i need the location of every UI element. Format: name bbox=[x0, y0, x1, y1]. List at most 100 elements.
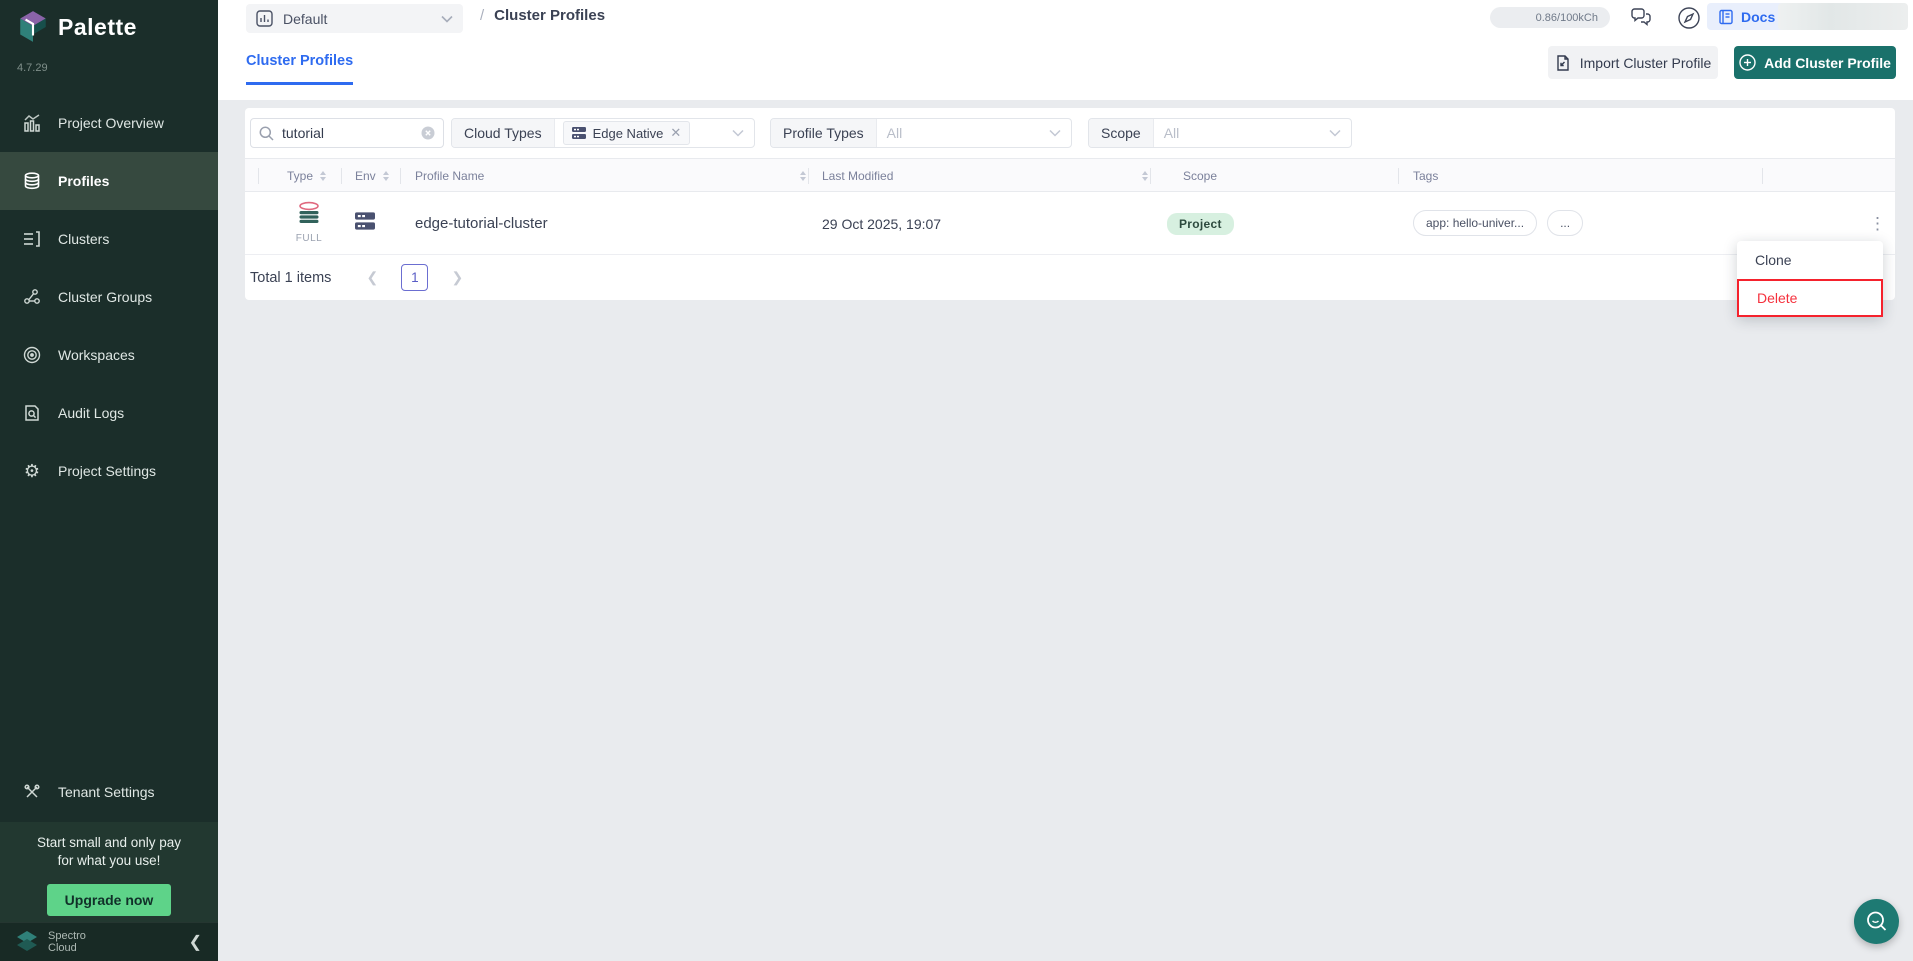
workspaces-icon bbox=[22, 345, 42, 365]
sort-icon[interactable] bbox=[1142, 171, 1148, 181]
chevron-down-icon bbox=[732, 129, 744, 137]
sidebar-item-label: Clusters bbox=[58, 231, 109, 247]
column-header-last-modified-sort[interactable] bbox=[1135, 159, 1148, 193]
sidebar-item-label: Project Overview bbox=[58, 115, 164, 131]
column-header-last-modified[interactable]: Last Modified bbox=[822, 159, 893, 193]
profile-types-label: Profile Types bbox=[771, 119, 877, 147]
sidebar-item-workspaces[interactable]: Workspaces bbox=[0, 326, 218, 384]
column-header-profile-name[interactable]: Profile Name bbox=[415, 159, 484, 193]
magnifier-smile-icon bbox=[1864, 909, 1890, 935]
project-selector[interactable]: Default bbox=[246, 4, 463, 33]
sidebar-item-tenant-settings[interactable]: Tenant Settings bbox=[0, 763, 218, 821]
search-input[interactable] bbox=[282, 125, 413, 141]
chevron-down-icon bbox=[1049, 129, 1061, 137]
clusters-icon bbox=[22, 229, 42, 249]
chat-bubbles-icon bbox=[1630, 8, 1652, 28]
profile-type-cell: FULL bbox=[283, 199, 335, 244]
cluster-groups-icon bbox=[22, 287, 42, 307]
sort-icon[interactable] bbox=[800, 171, 806, 181]
table-row[interactable]: FULL edge-tutorial-cluster 29 Oct 2025, … bbox=[245, 192, 1895, 255]
menu-item-clone[interactable]: Clone bbox=[1737, 241, 1883, 279]
docs-label: Docs bbox=[1741, 9, 1775, 25]
last-modified-cell: 29 Oct 2025, 19:07 bbox=[822, 192, 941, 255]
sort-icon[interactable] bbox=[320, 171, 326, 181]
sidebar-item-label: Project Settings bbox=[58, 463, 156, 479]
profile-types-value: All bbox=[877, 125, 1049, 141]
chip-remove-icon[interactable]: ✕ bbox=[670, 125, 681, 141]
column-header-tags: Tags bbox=[1413, 159, 1438, 193]
sidebar-item-label: Audit Logs bbox=[58, 405, 124, 421]
server-icon bbox=[572, 127, 586, 139]
sidebar-item-label: Cluster Groups bbox=[58, 289, 152, 305]
breadcrumb-separator: / bbox=[480, 7, 484, 24]
profile-name-cell[interactable]: edge-tutorial-cluster bbox=[415, 192, 548, 255]
filter-bar: Cloud Types Edge Native ✕ Profile Types … bbox=[245, 118, 1895, 148]
pagination-page-1[interactable]: 1 bbox=[401, 264, 428, 291]
upgrade-now-button[interactable]: Upgrade now bbox=[47, 884, 172, 916]
sort-icon[interactable] bbox=[383, 171, 389, 181]
project-chart-icon bbox=[256, 10, 273, 27]
pagination-prev-icon[interactable]: ❮ bbox=[359, 265, 385, 291]
docs-link[interactable]: Docs bbox=[1707, 3, 1786, 30]
column-header-type[interactable]: Type bbox=[287, 159, 326, 193]
sidebar-item-audit-logs[interactable]: Audit Logs bbox=[0, 384, 218, 442]
chevron-down-icon bbox=[1329, 129, 1341, 137]
search-field[interactable] bbox=[250, 118, 444, 148]
sidebar-item-clusters[interactable]: Clusters bbox=[0, 210, 218, 268]
sidebar-collapse-icon[interactable]: ❮ bbox=[189, 932, 202, 952]
sidebar-item-project-settings[interactable]: ⚙ Project Settings bbox=[0, 442, 218, 500]
sidebar-item-profiles[interactable]: Profiles bbox=[0, 152, 218, 210]
pagination-next-icon[interactable]: ❯ bbox=[444, 265, 470, 291]
add-cluster-profile-button[interactable]: Add Cluster Profile bbox=[1734, 46, 1896, 79]
project-selector-value: Default bbox=[283, 11, 431, 27]
chip-label: Edge Native bbox=[593, 126, 664, 141]
feedback-chat-button[interactable] bbox=[1626, 3, 1656, 33]
import-icon bbox=[1555, 55, 1571, 71]
audit-logs-icon bbox=[22, 403, 42, 423]
cloud-type-chip-edge-native: Edge Native ✕ bbox=[563, 121, 691, 145]
cloud-types-filter[interactable]: Cloud Types Edge Native ✕ bbox=[451, 118, 755, 148]
search-icon bbox=[259, 126, 274, 141]
scope-value: All bbox=[1154, 125, 1329, 141]
breadcrumb: / Cluster Profiles bbox=[480, 7, 605, 24]
sidebar: Palette 4.7.29 Project Overview Profiles bbox=[0, 0, 218, 961]
tab-cluster-profiles[interactable]: Cluster Profiles bbox=[246, 53, 353, 85]
app-root: Palette 4.7.29 Project Overview Profiles bbox=[0, 0, 1913, 961]
scope-filter[interactable]: Scope All bbox=[1088, 118, 1352, 148]
scope-badge: Project bbox=[1167, 213, 1234, 235]
palette-logo-icon bbox=[18, 10, 48, 44]
help-compass-button[interactable] bbox=[1674, 3, 1704, 33]
plus-circle-icon bbox=[1739, 54, 1756, 71]
sidebar-nav: Project Overview Profiles Clusters Clust… bbox=[0, 94, 218, 500]
help-search-floating-button[interactable] bbox=[1854, 899, 1899, 944]
profile-type-label: FULL bbox=[283, 233, 335, 244]
tag-pill[interactable]: app: hello-univer... bbox=[1413, 210, 1537, 236]
add-button-label: Add Cluster Profile bbox=[1764, 55, 1891, 71]
logo-text: Palette bbox=[58, 14, 137, 41]
book-icon bbox=[1718, 9, 1734, 25]
pagination-total: Total 1 items bbox=[250, 270, 331, 286]
sidebar-item-label: Workspaces bbox=[58, 347, 135, 363]
breadcrumb-current: Cluster Profiles bbox=[494, 7, 605, 24]
upsell-banner: Start small and only pay for what you us… bbox=[0, 822, 218, 922]
column-header-profile-name-sort[interactable] bbox=[793, 159, 806, 193]
user-account-area[interactable] bbox=[1778, 3, 1908, 30]
profile-types-filter[interactable]: Profile Types All bbox=[770, 118, 1072, 148]
column-header-env[interactable]: Env bbox=[355, 159, 389, 193]
tags-overflow-pill[interactable]: ... bbox=[1547, 210, 1583, 236]
sidebar-item-label: Profiles bbox=[58, 173, 109, 189]
menu-item-delete[interactable]: Delete bbox=[1737, 279, 1883, 317]
pagination: Total 1 items ❮ 1 ❯ bbox=[245, 255, 1895, 300]
top-bar: Default / Cluster Profiles 0.86/100kCh D… bbox=[218, 0, 1913, 100]
full-profile-stack-icon bbox=[295, 199, 323, 227]
tools-icon bbox=[22, 782, 42, 802]
gear-icon: ⚙ bbox=[22, 461, 42, 481]
sidebar-item-cluster-groups[interactable]: Cluster Groups bbox=[0, 268, 218, 326]
import-cluster-profile-button[interactable]: Import Cluster Profile bbox=[1548, 46, 1718, 79]
table-header: Type Env Profile Name Last Modified bbox=[245, 158, 1895, 192]
compass-icon bbox=[1677, 6, 1701, 30]
clear-search-icon[interactable] bbox=[421, 126, 435, 140]
palette-logo: Palette bbox=[18, 10, 137, 44]
cluster-profiles-panel: Cloud Types Edge Native ✕ Profile Types … bbox=[245, 108, 1895, 300]
sidebar-item-project-overview[interactable]: Project Overview bbox=[0, 94, 218, 152]
